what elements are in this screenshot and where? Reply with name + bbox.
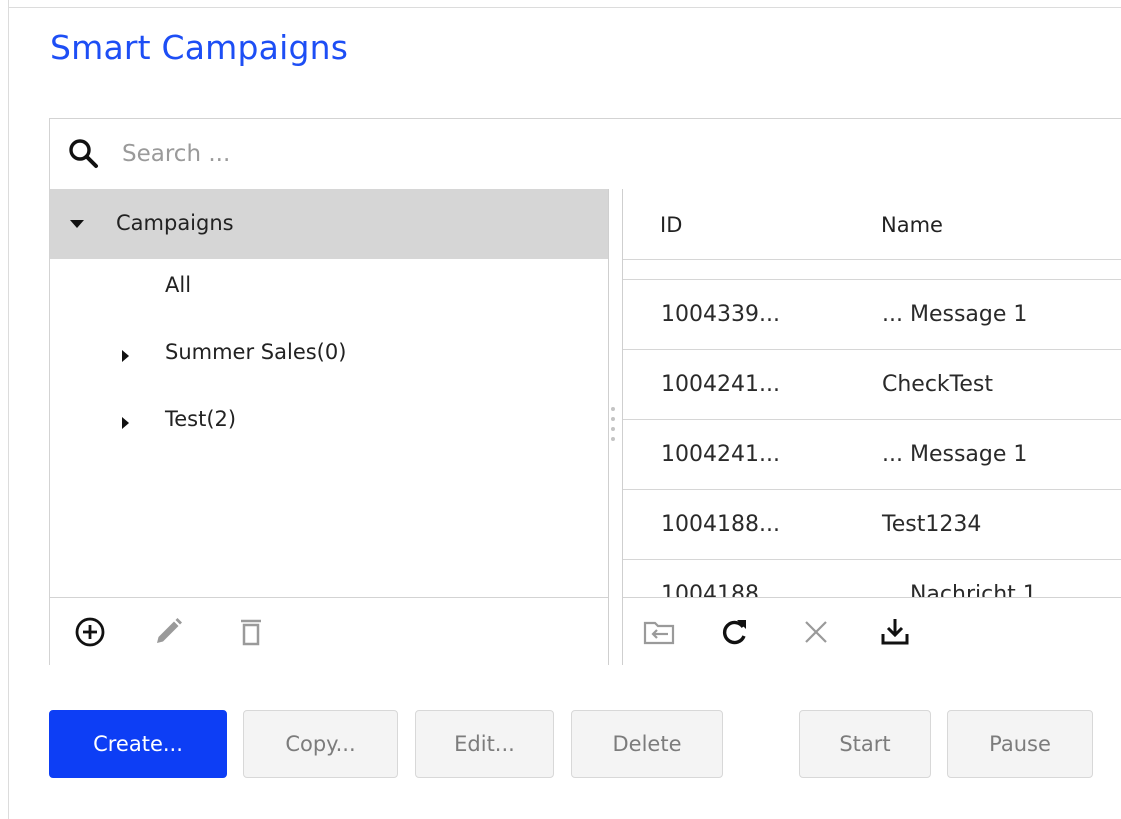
cell-id: 1004188... xyxy=(661,582,780,597)
tree-toolbar xyxy=(50,597,608,666)
splitter-grip-dot xyxy=(611,427,615,431)
pane-splitter[interactable] xyxy=(609,189,623,665)
grid-header-filler xyxy=(623,260,1121,280)
campaign-grid: ID Name 1004339... ... Message 1 1004241… xyxy=(623,189,1121,597)
tree-node-campaigns[interactable]: Campaigns xyxy=(50,189,608,259)
page-title: Smart Campaigns xyxy=(50,28,349,67)
cell-name: ... Message 1 xyxy=(882,302,1028,327)
content-frame-top-border xyxy=(8,7,1121,8)
cell-id: 1004188... xyxy=(661,512,780,537)
table-row[interactable]: 1004241... ... Message 1 xyxy=(623,420,1121,490)
close-icon[interactable] xyxy=(798,614,834,650)
move-to-folder-icon[interactable] xyxy=(641,614,677,650)
search-bar xyxy=(50,119,1121,189)
splitter-grip-dot xyxy=(611,417,615,421)
tree-node-test[interactable]: Test(2) xyxy=(50,398,608,458)
tree-node-summer-sales[interactable]: Summer Sales(0) xyxy=(50,331,608,391)
cell-name: ... Message 1 xyxy=(882,442,1028,467)
table-row[interactable]: 1004188... Test1234 xyxy=(623,490,1121,560)
create-button[interactable]: Create... xyxy=(49,710,227,778)
content-frame-left-border xyxy=(8,0,9,819)
cell-id: 1004241... xyxy=(661,372,780,397)
table-row[interactable]: 1004188... ... Nachricht 1 xyxy=(623,560,1121,597)
pause-button[interactable]: Pause xyxy=(947,710,1093,778)
splitter-grip-dot xyxy=(611,407,615,411)
table-row[interactable]: 1004339... ... Message 1 xyxy=(623,280,1121,350)
search-icon[interactable] xyxy=(67,137,101,171)
grid-header: ID Name xyxy=(623,189,1121,260)
folder-tree: Campaigns All Summer Sales(0) Test(2) xyxy=(50,189,609,665)
pencil-icon[interactable] xyxy=(150,614,186,650)
cell-id: 1004339... xyxy=(661,302,780,327)
campaign-browser-panel: Campaigns All Summer Sales(0) Test(2) ID… xyxy=(49,118,1121,666)
edit-button[interactable]: Edit... xyxy=(415,710,554,778)
delete-button[interactable]: Delete xyxy=(571,710,723,778)
collapsed-caret-icon[interactable] xyxy=(122,417,129,429)
splitter-grip-dot xyxy=(611,437,615,441)
cell-id: 1004241... xyxy=(661,442,780,467)
trash-icon[interactable] xyxy=(233,614,269,650)
grid-toolbar xyxy=(623,597,1121,666)
tree-node-label: Test(2) xyxy=(165,407,237,431)
expanded-caret-icon[interactable] xyxy=(70,220,84,228)
cell-name: ... Nachricht 1 xyxy=(882,582,1037,597)
column-header-id[interactable]: ID xyxy=(660,213,682,237)
refresh-icon[interactable] xyxy=(716,614,752,650)
column-header-name[interactable]: Name xyxy=(881,213,943,237)
copy-button[interactable]: Copy... xyxy=(243,710,398,778)
table-row[interactable]: 1004241... CheckTest xyxy=(623,350,1121,420)
download-icon[interactable] xyxy=(877,614,913,650)
cell-name: CheckTest xyxy=(882,372,993,397)
tree-node-label: All xyxy=(165,273,192,297)
add-circle-icon[interactable] xyxy=(72,614,108,650)
tree-node-label: Summer Sales(0) xyxy=(165,340,347,364)
start-button[interactable]: Start xyxy=(799,710,931,778)
collapsed-caret-icon[interactable] xyxy=(122,350,129,362)
tree-node-all[interactable]: All xyxy=(50,264,608,324)
tree-node-label: Campaigns xyxy=(116,211,234,235)
search-input[interactable] xyxy=(122,135,1022,173)
cell-name: Test1234 xyxy=(882,512,982,537)
